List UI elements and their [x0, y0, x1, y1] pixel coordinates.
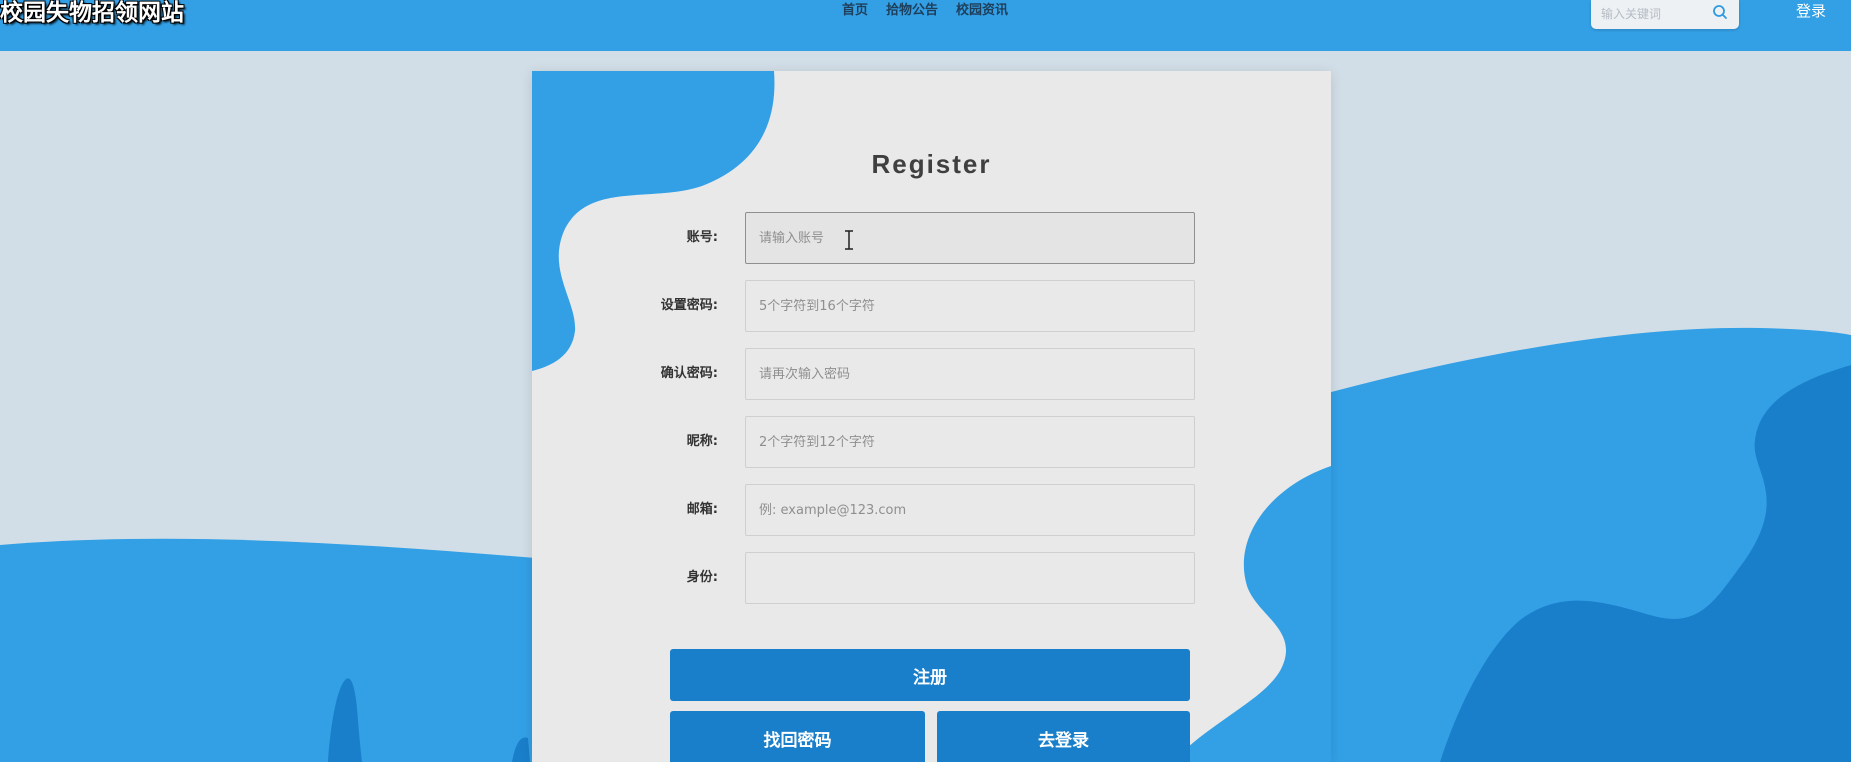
confirm-password-input[interactable] [745, 348, 1195, 400]
set-password-input[interactable] [745, 280, 1195, 332]
nav-campus-news[interactable]: 校园资讯 [956, 2, 1008, 20]
confirm-password-row: 确认密码: [532, 348, 1331, 400]
site-title: 校园失物招领网站 [0, 0, 184, 26]
top-navigation-bar: 校园失物招领网站 首页 拾物公告 校园资讯 登录 [0, 0, 1851, 51]
account-row: 账号: [532, 212, 1331, 264]
email-label: 邮箱: [686, 502, 718, 517]
go-login-button[interactable]: 去登录 [937, 711, 1190, 762]
background-wave-left [0, 538, 560, 762]
email-input[interactable] [745, 484, 1195, 536]
register-card: Register 账号: 设置密码: 确认密码: 昵称: 邮箱: 身份: 注册 … [532, 71, 1331, 762]
main-nav: 首页 拾物公告 校园资讯 [842, 2, 1026, 20]
nickname-input[interactable] [745, 416, 1195, 468]
nav-found-items-notice[interactable]: 拾物公告 [886, 2, 938, 20]
recover-password-button[interactable]: 找回密码 [670, 711, 925, 762]
search-icon[interactable] [1711, 3, 1729, 21]
confirm-password-label: 确认密码: [660, 366, 718, 381]
text-cursor-icon [845, 230, 853, 250]
email-row: 邮箱: [532, 484, 1331, 536]
register-title: Register [871, 149, 992, 179]
nav-home[interactable]: 首页 [842, 2, 868, 20]
identity-row: 身份: [532, 552, 1331, 604]
search-box [1591, 0, 1739, 29]
account-input[interactable] [745, 212, 1195, 264]
register-button[interactable]: 注册 [670, 649, 1190, 701]
identity-select[interactable] [745, 552, 1195, 604]
login-link[interactable]: 登录 [1796, 2, 1826, 20]
identity-label: 身份: [686, 570, 718, 585]
account-label: 账号: [686, 230, 718, 245]
set-password-row: 设置密码: [532, 280, 1331, 332]
nickname-label: 昵称: [686, 434, 718, 449]
search-input[interactable] [1599, 3, 1711, 25]
nickname-row: 昵称: [532, 416, 1331, 468]
set-password-label: 设置密码: [660, 298, 718, 313]
